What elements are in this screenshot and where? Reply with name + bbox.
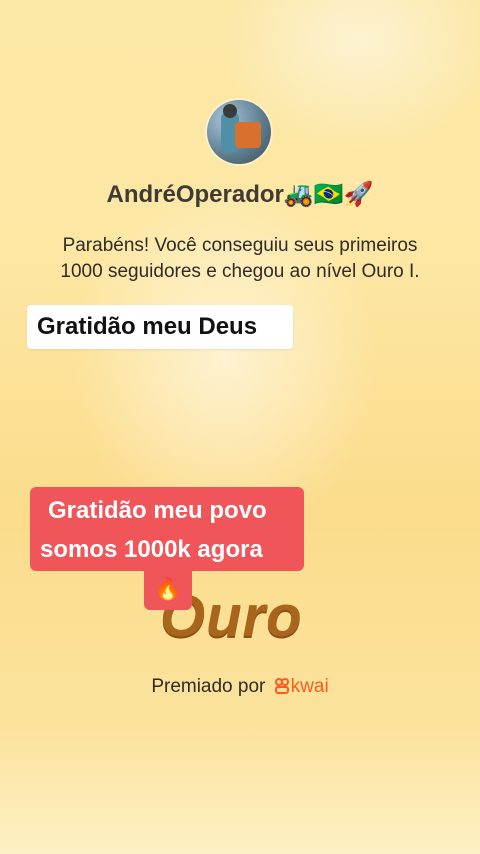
caption-line-1: Gratidão meu povo xyxy=(48,497,267,524)
caption-text: Gratidão meu Deus xyxy=(37,313,258,340)
caption-gratidao-deus: Gratidão meu Deus xyxy=(27,305,293,349)
caption-line-2: somos 1000k agora xyxy=(40,536,263,563)
kwai-logo-icon xyxy=(274,678,289,694)
avatar[interactable] xyxy=(207,100,271,164)
username: AndréOperador🚜🇧🇷🚀 xyxy=(106,181,374,208)
congratulations-message: Parabéns! Você conseguiu seus primeiros … xyxy=(60,235,420,282)
fire-icon: 🔥 xyxy=(154,576,182,601)
avatar-photo-machine xyxy=(235,122,261,148)
caption-gratidao-povo: Gratidão meu povo somos 1000k agora xyxy=(30,487,304,571)
awarded-by-label: Premiado por xyxy=(151,676,266,697)
awarded-by: Premiado por kwai xyxy=(0,676,480,698)
avatar-photo-head xyxy=(223,104,237,118)
kwai-brand: kwai xyxy=(290,676,329,697)
